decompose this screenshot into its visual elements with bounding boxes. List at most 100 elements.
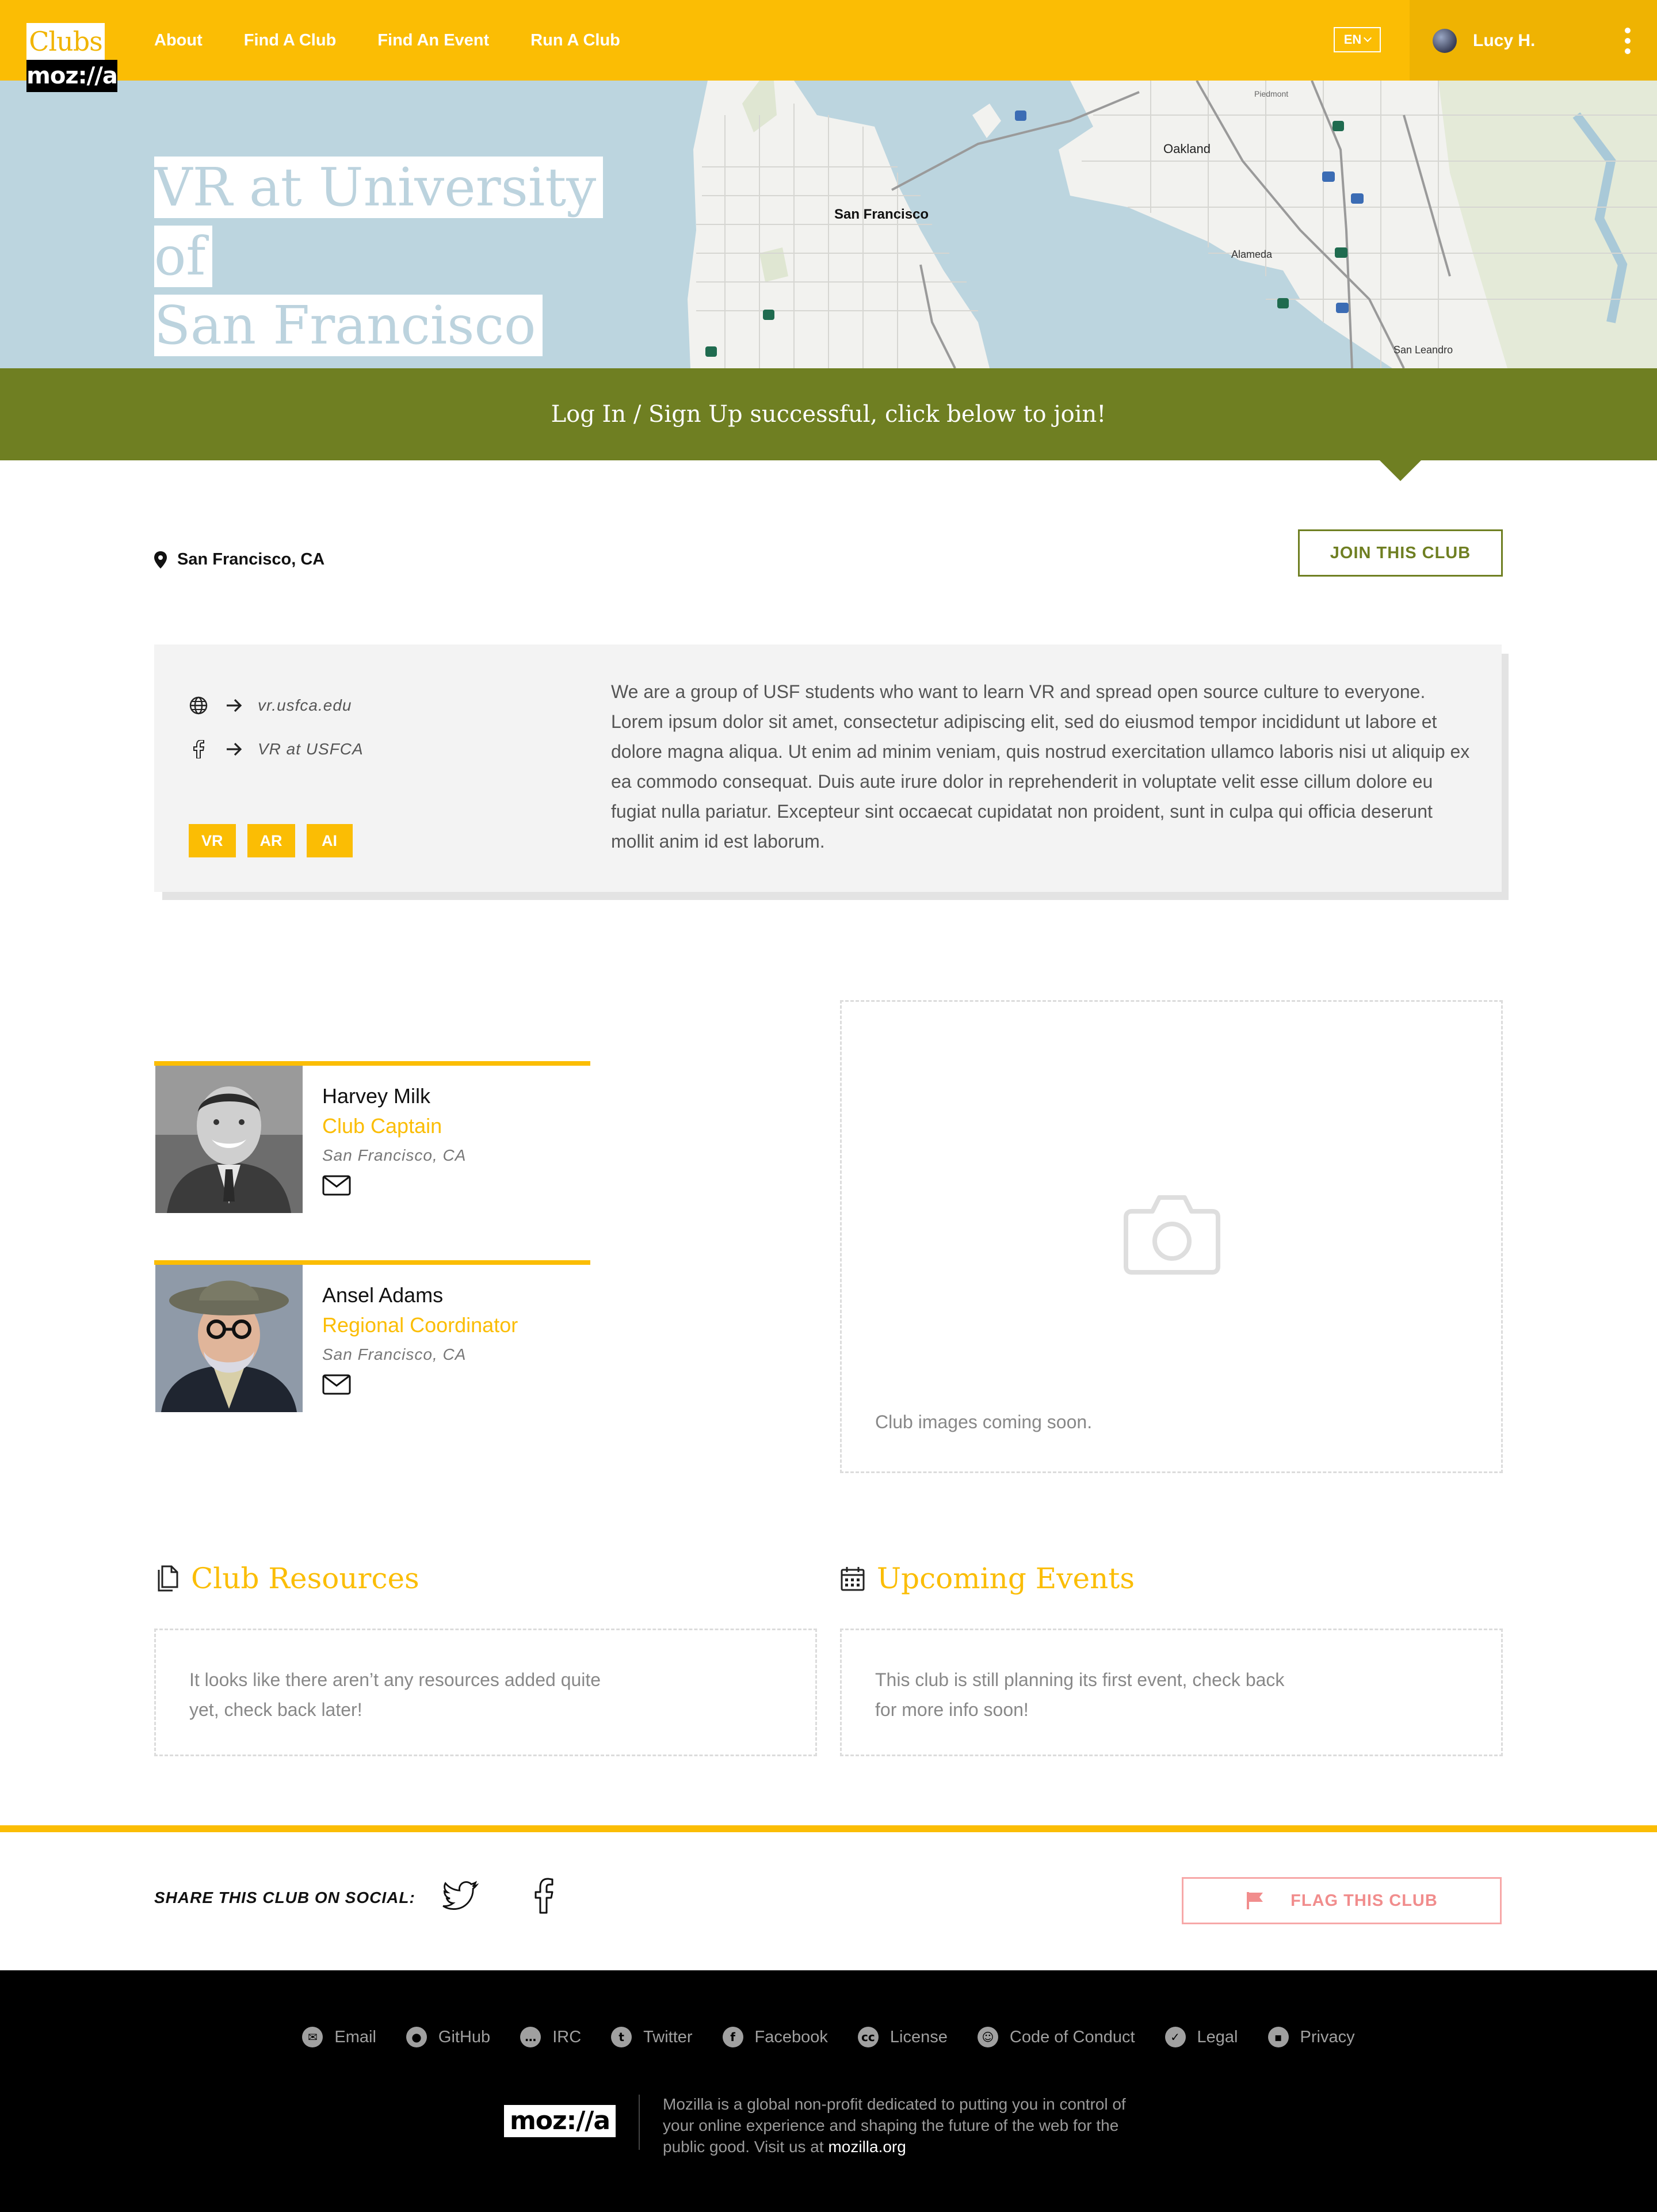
chevron-down-icon [1364,33,1372,43]
tag-vr[interactable]: VR [189,824,236,857]
logo-clubs-text: Clubs [26,23,105,60]
map-label-san-francisco: San Francisco [834,207,929,222]
footer-link-privacy[interactable]: ▪ Privacy [1267,2027,1355,2047]
nav-find-an-event[interactable]: Find An Event [377,31,489,50]
language-selector[interactable]: EN [1334,27,1381,52]
map-label-alameda: Alameda [1231,249,1273,260]
events-heading: Upcoming Events [840,1562,1135,1595]
resources-empty-text: It looks like there aren’t any resources… [189,1669,601,1720]
resources-title: Club Resources [191,1562,419,1595]
person-city: San Francisco, CA [322,1146,467,1164]
tag-ai[interactable]: AI [306,824,353,857]
documents-icon [158,1565,178,1592]
arrow-right-icon [227,699,242,712]
person-name: Ansel Adams [322,1283,444,1307]
club-info-card: vr.usfca.edu VR at USFCA VR AR AI We are… [154,644,1502,892]
page-title: VR at University of San Francisco [154,153,649,360]
club-gallery: Club images coming soon. [840,1000,1503,1473]
gallery-message: Club images coming soon. [875,1412,1093,1432]
facebook-link[interactable]: VR at USFCA [258,740,364,758]
smiley-icon: ☺ [977,2027,998,2047]
footer-link-license[interactable]: cc License [857,2027,948,2047]
flag-icon [1247,1892,1263,1909]
top-navbar: About Find A Club Find An Event Run A Cl… [0,0,1657,81]
checkmark-icon: ✓ [1165,2027,1186,2047]
footer-link-twitter[interactable]: t Twitter [611,2027,693,2047]
email-icon[interactable] [322,1374,351,1395]
footer-link-label: License [889,2027,948,2046]
events-empty-box: This club is still planning its first ev… [840,1629,1503,1756]
person-name: Harvey Milk [322,1084,431,1108]
nav-about[interactable]: About [154,31,203,50]
avatar[interactable] [1433,29,1457,53]
map-label-piedmont: Piedmont [1254,89,1288,98]
main-nav: About Find A Club Find An Event Run A Cl… [154,0,662,81]
twitter-icon: t [611,2027,632,2047]
nav-find-a-club[interactable]: Find A Club [244,31,337,50]
tag-ar[interactable]: AR [247,824,295,857]
email-icon: ✉ [302,2027,323,2047]
success-message: Log In / Sign Up successful, click below… [551,401,1106,428]
footer-link-facebook[interactable]: f Facebook [722,2027,828,2047]
website-link-row: vr.usfca.edu [189,694,352,717]
flag-club-button[interactable]: FLAG THIS CLUB [1182,1877,1502,1924]
footer-link-code-of-conduct[interactable]: ☺ Code of Conduct [977,2027,1135,2047]
person-card-rule [154,1260,590,1265]
site-footer: ✉ Email ● GitHub … IRC t Twitter f Facebook c… [0,1970,1657,2212]
footer-links: ✉ Email ● GitHub … IRC t Twitter f Facebook c… [0,2027,1657,2047]
map-pin-icon [154,551,167,569]
facebook-link-row: VR at USFCA [189,738,364,761]
twitter-icon[interactable] [442,1877,479,1914]
join-club-button[interactable]: JOIN THIS CLUB [1298,529,1503,577]
person-card-rule [154,1061,590,1066]
facebook-icon: f [722,2027,743,2047]
clubs-logo[interactable]: Clubs moz://a [26,23,118,94]
user-menu[interactable]: Lucy H. [1410,0,1657,81]
person-photo [155,1066,303,1213]
footer-link-email[interactable]: ✉ Email [302,2027,376,2047]
footer-link-label: Email [334,2027,376,2046]
mozilla-org-link[interactable]: mozilla.org [828,2138,906,2156]
footer-link-legal[interactable]: ✓ Legal [1165,2027,1238,2047]
footer-link-label: Twitter [643,2027,693,2046]
person-card: Harvey Milk Club Captain San Francisco, … [154,1061,590,1213]
globe-icon [189,696,208,715]
footer-link-label: Privacy [1300,2027,1355,2046]
footer-link-github[interactable]: ● GitHub [406,2027,490,2047]
club-location-text: San Francisco, CA [177,550,325,569]
resources-heading: Club Resources [154,1562,419,1595]
more-menu-icon[interactable] [1625,28,1632,54]
share-label: SHARE THIS CLUB ON SOCIAL: [154,1889,415,1906]
facebook-icon [189,739,208,759]
arrow-right-icon [227,742,242,756]
github-icon: ● [406,2027,427,2047]
person-role: Regional Coordinator [322,1313,518,1337]
person-photo [155,1265,303,1412]
camera-icon [1124,1195,1220,1275]
footer-link-irc[interactable]: … IRC [520,2027,581,2047]
club-description: We are a group of USF students who want … [611,681,1470,852]
mozilla-logo[interactable]: moz://a [504,2105,616,2137]
email-icon[interactable] [322,1175,351,1196]
club-location: San Francisco, CA [154,550,324,569]
facebook-share-icon[interactable] [526,1877,563,1914]
lock-icon: ▪ [1267,2027,1289,2047]
nav-run-a-club[interactable]: Run A Club [530,31,620,50]
user-name[interactable]: Lucy H. [1473,29,1535,53]
creative-commons-icon: cc [857,2027,879,2047]
chat-bubble-icon: … [520,2027,541,2047]
resources-empty-box: It looks like there aren’t any resources… [154,1629,817,1756]
events-title: Upcoming Events [877,1562,1135,1595]
website-link[interactable]: vr.usfca.edu [258,696,352,715]
hero-map: San Francisco Oakland Alameda San Leandr… [0,81,1657,368]
footer-link-label: Facebook [754,2027,828,2046]
banner-pointer [1379,459,1422,481]
footer-link-label: Code of Conduct [1009,2027,1135,2046]
share-divider [0,1825,1657,1832]
footer-divider [639,2095,640,2150]
person-card: Ansel Adams Regional Coordinator San Fra… [154,1260,590,1412]
footer-link-label: GitHub [438,2027,491,2046]
person-city: San Francisco, CA [322,1345,467,1363]
language-label: EN [1343,32,1362,47]
club-tags: VR AR AI [189,824,353,857]
